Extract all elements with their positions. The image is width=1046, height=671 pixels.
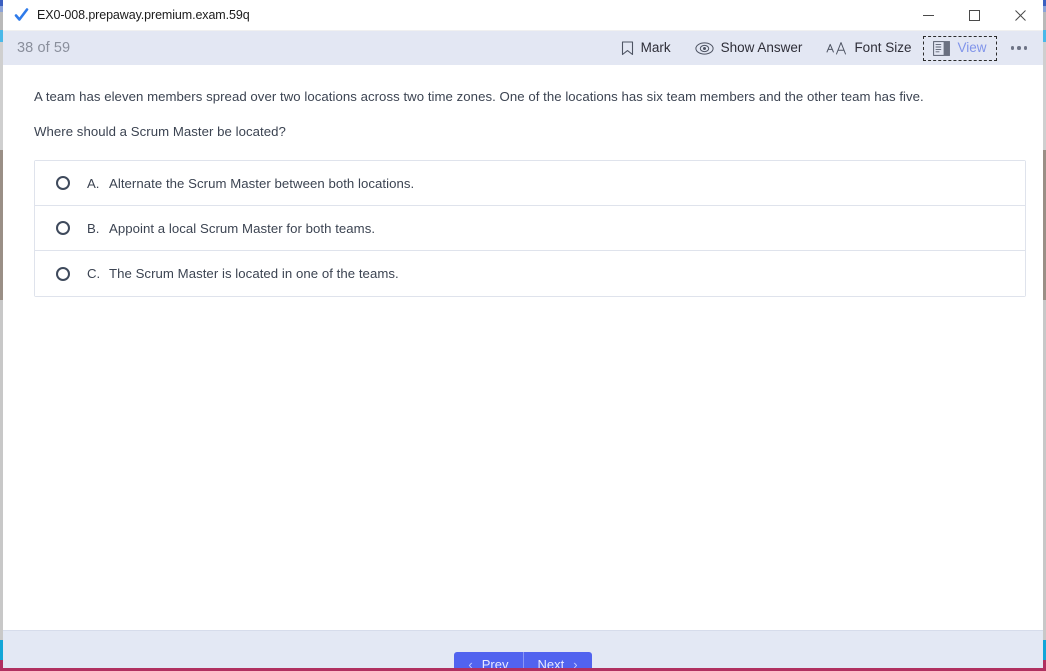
answer-options-list: A. Alternate the Scrum Master between bo…: [34, 160, 1026, 298]
option-letter: A.: [87, 175, 100, 191]
font-size-button[interactable]: Font Size: [814, 35, 923, 61]
eye-icon: [695, 41, 714, 55]
exam-toolbar: 38 of 59 Mark Show Answer Font Size View: [3, 31, 1043, 65]
answer-option-a[interactable]: A. Alternate the Scrum Master between bo…: [35, 161, 1025, 207]
prev-label: Prev: [481, 657, 509, 668]
prev-button[interactable]: ‹ Prev: [454, 651, 524, 668]
window-controls: [905, 0, 1043, 31]
question-prompt: Where should a Scrum Master be located?: [34, 124, 286, 140]
title-bar: EX0-008.prepaway.premium.exam.59q: [3, 0, 1043, 31]
option-text: The Scrum Master is located in one of th…: [109, 266, 399, 282]
blue-check-icon: [13, 7, 29, 23]
font-size-label: Font Size: [854, 40, 912, 56]
option-letter: C.: [87, 266, 101, 282]
next-label: Next: [537, 657, 565, 668]
option-text: Appoint a local Scrum Master for both te…: [109, 220, 376, 236]
radio-button-c[interactable]: [56, 266, 70, 281]
option-text: Alternate the Scrum Master between both …: [109, 175, 415, 191]
more-dot: [1017, 46, 1021, 50]
more-dot: [1023, 46, 1027, 50]
more-dot: [1010, 46, 1014, 50]
navigation-footer: ‹ Prev Next ›: [3, 630, 1043, 668]
show-answer-label: Show Answer: [720, 40, 803, 56]
maximize-icon[interactable]: [951, 0, 997, 31]
radio-button-b[interactable]: [56, 221, 70, 236]
question-body: A team has eleven members spread over tw…: [34, 89, 924, 104]
minimize-icon[interactable]: [905, 0, 951, 31]
view-label: View: [957, 40, 987, 56]
window-title: EX0-008.prepaway.premium.exam.59q: [37, 8, 250, 22]
next-button[interactable]: Next ›: [524, 652, 592, 668]
close-icon[interactable]: [997, 0, 1043, 31]
nav-button-group: ‹ Prev Next ›: [454, 651, 592, 668]
question-counter: 38 of 59: [17, 40, 71, 56]
mark-label: Mark: [640, 40, 671, 56]
answer-option-b[interactable]: B. Appoint a local Scrum Master for both…: [35, 206, 1025, 252]
option-letter: B.: [87, 220, 100, 236]
answer-option-c[interactable]: C. The Scrum Master is located in one of…: [35, 251, 1025, 297]
more-options-button[interactable]: [1003, 35, 1044, 61]
title-bar-left: EX0-008.prepaway.premium.exam.59q: [3, 7, 905, 23]
radio-button-a[interactable]: [56, 176, 70, 191]
question-content: A team has eleven members spread over tw…: [3, 65, 1043, 630]
bookmark-icon: [621, 40, 634, 56]
font-size-icon: [826, 41, 847, 56]
toolbar-actions: Mark Show Answer Font Size View: [609, 31, 1043, 65]
exam-app-window: EX0-008.prepaway.premium.exam.59q 38 of …: [3, 0, 1043, 668]
layout-panel-icon: [933, 40, 951, 56]
mark-button[interactable]: Mark: [609, 35, 683, 61]
show-answer-button[interactable]: Show Answer: [683, 35, 815, 61]
view-button[interactable]: View: [923, 35, 997, 61]
chevron-right-icon: ›: [573, 657, 578, 668]
chevron-left-icon: ‹: [468, 657, 473, 668]
